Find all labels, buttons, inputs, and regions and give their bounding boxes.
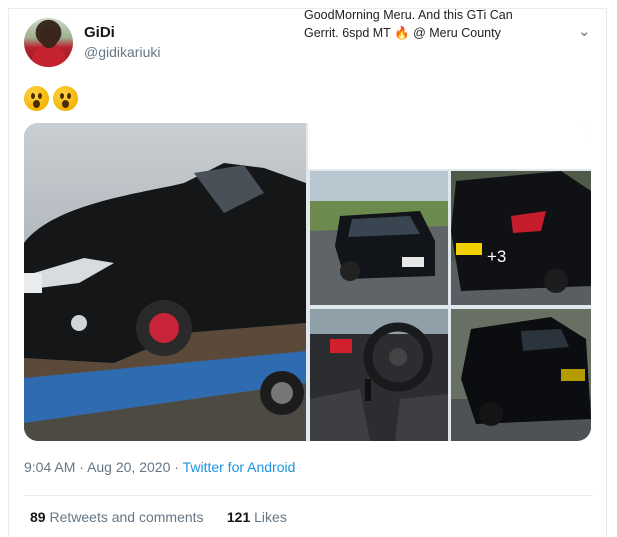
- tweet-meta: 9:04 AM · Aug 20, 2020 · Twitter for And…: [24, 459, 295, 475]
- retweets-stat[interactable]: 89 Retweets and comments: [30, 509, 204, 525]
- tweet-text: [24, 86, 78, 112]
- media-caption-line: Gerrit. 6spd MT 🔥 @ Meru County: [304, 26, 501, 40]
- chevron-down-icon[interactable]: ⌄: [578, 22, 591, 40]
- media-caption-line: GoodMorning Meru. And this GTi Can: [304, 8, 513, 22]
- divider: [24, 495, 593, 496]
- retweets-count: 89: [30, 509, 46, 525]
- media-caption: GoodMorning Meru. And this GTi Can Gerri…: [304, 6, 564, 42]
- media-photo-car-interior[interactable]: [310, 309, 448, 441]
- astonished-face-emoji-icon: [24, 86, 49, 111]
- media-photo-car-front[interactable]: [310, 171, 448, 305]
- tweet-stats: 89 Retweets and comments 121 Likes: [30, 509, 287, 525]
- media-caption-card[interactable]: [308, 123, 591, 169]
- user-name[interactable]: GiDi: [84, 24, 115, 41]
- media-photo-car-rear[interactable]: [451, 171, 591, 305]
- tweet-date[interactable]: Aug 20, 2020: [87, 459, 170, 475]
- meta-separator: ·: [174, 459, 179, 475]
- likes-label: Likes: [254, 509, 287, 525]
- meta-separator: ·: [79, 459, 84, 475]
- tweet-source-link[interactable]: Twitter for Android: [183, 459, 296, 475]
- media-photo-crashed-car[interactable]: [24, 123, 306, 441]
- more-media-count[interactable]: +3: [487, 247, 506, 267]
- media-grid: [24, 123, 591, 441]
- retweets-label: Retweets and comments: [49, 509, 204, 525]
- user-handle[interactable]: @gidikariuki: [84, 44, 160, 60]
- likes-stat[interactable]: 121 Likes: [227, 509, 287, 525]
- likes-count: 121: [226, 509, 251, 525]
- media-photo-car-rear-side[interactable]: [451, 309, 591, 441]
- tweet-time[interactable]: 9:04 AM: [24, 459, 75, 475]
- avatar[interactable]: [24, 18, 73, 67]
- astonished-face-emoji-icon: [53, 86, 78, 111]
